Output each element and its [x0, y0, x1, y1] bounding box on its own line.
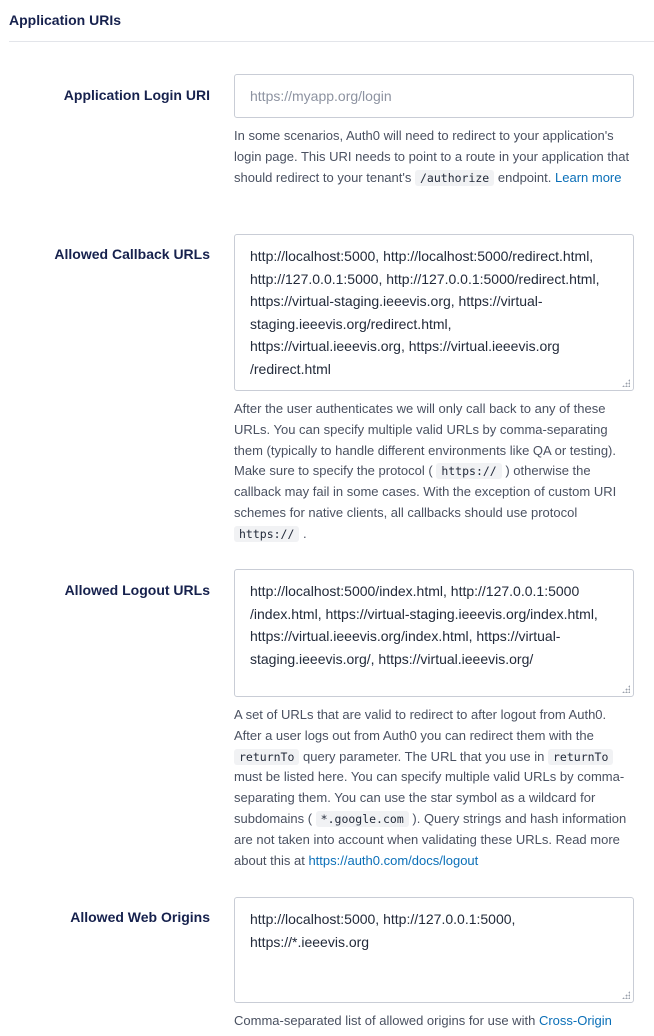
- authorize-code: /authorize: [415, 169, 495, 186]
- web-origins-textarea[interactable]: http://localhost:5000, http://127.0.0.1:…: [234, 897, 634, 1003]
- resize-handle-icon[interactable]: [622, 379, 630, 387]
- returnto-code: returnTo: [548, 748, 614, 765]
- web-origin-line: http://localhost:5000, http://127.0.0.1:…: [250, 911, 516, 927]
- callback-url-line: staging.ieeevis.org/redirect.html,: [250, 315, 452, 332]
- logout-help-text-2: query parameter. The URL that you use in: [303, 748, 545, 764]
- https-code: https://: [234, 525, 300, 542]
- login-uri-help: In some scenarios, Auth0 will need to re…: [234, 126, 634, 188]
- callback-url-line: http://127.0.0.1:5000, http://127.0.0.1:…: [250, 270, 600, 287]
- callback-urls-textarea[interactable]: http://localhost:5000, http://localhost:…: [234, 234, 634, 391]
- login-uri-input[interactable]: https://myapp.org/login: [234, 74, 634, 118]
- logout-url-line: staging.ieeevis.org/, https://virtual.ie…: [250, 650, 534, 667]
- resize-handle-icon[interactable]: [622, 991, 630, 999]
- logout-url-line: https://virtual.ieeevis.org/index.html, …: [250, 628, 561, 645]
- logout-urls-textarea[interactable]: http://localhost:5000/index.html, http:/…: [234, 569, 634, 697]
- web-origin-line: https://*.ieeevis.org: [250, 933, 370, 950]
- returnto-code: returnTo: [234, 748, 300, 765]
- logout-urls-label: Allowed Logout URLs: [64, 582, 210, 598]
- resize-handle-icon[interactable]: [622, 685, 630, 693]
- web-origins-label: Allowed Web Origins: [70, 909, 210, 925]
- web-origins-help: Comma-separated list of allowed origins …: [234, 1011, 634, 1032]
- web-origins-help-text: Comma-separated list of allowed origins …: [234, 1013, 536, 1028]
- learn-more-link[interactable]: Learn more: [555, 170, 621, 185]
- callback-url-line: /redirect.html: [250, 360, 331, 377]
- section-title: Application URIs: [9, 12, 122, 28]
- logout-url-line: http://localhost:5000/index.html, http:/…: [250, 583, 580, 599]
- callback-url-line: https://virtual.ieeevis.org, https://vir…: [250, 338, 560, 355]
- login-uri-help-text-2: endpoint.: [497, 169, 552, 185]
- callback-url-line: http://localhost:5000, http://localhost:…: [250, 248, 594, 264]
- callback-help-text-3: .: [303, 525, 307, 541]
- logout-docs-link[interactable]: https://auth0.com/docs/logout: [308, 853, 478, 868]
- google-wildcard-code: *.google.com: [315, 810, 409, 827]
- logout-url-line: /index.html, https://virtual-staging.iee…: [250, 605, 598, 622]
- cross-origin-link[interactable]: Cross-Origin: [539, 1013, 612, 1028]
- callback-urls-help: After the user authenticates we will onl…: [234, 399, 634, 545]
- https-code: https://: [436, 463, 502, 480]
- callback-urls-label: Allowed Callback URLs: [54, 246, 210, 262]
- callback-url-line: https://virtual-staging.ieeevis.org, htt…: [250, 293, 543, 310]
- login-uri-placeholder: https://myapp.org/login: [250, 88, 392, 104]
- logout-urls-help: A set of URLs that are valid to redirect…: [234, 705, 634, 871]
- section-divider: [9, 41, 654, 42]
- login-uri-label: Application Login URI: [63, 87, 210, 103]
- logout-help-text: A set of URLs that are valid to redirect…: [234, 707, 607, 743]
